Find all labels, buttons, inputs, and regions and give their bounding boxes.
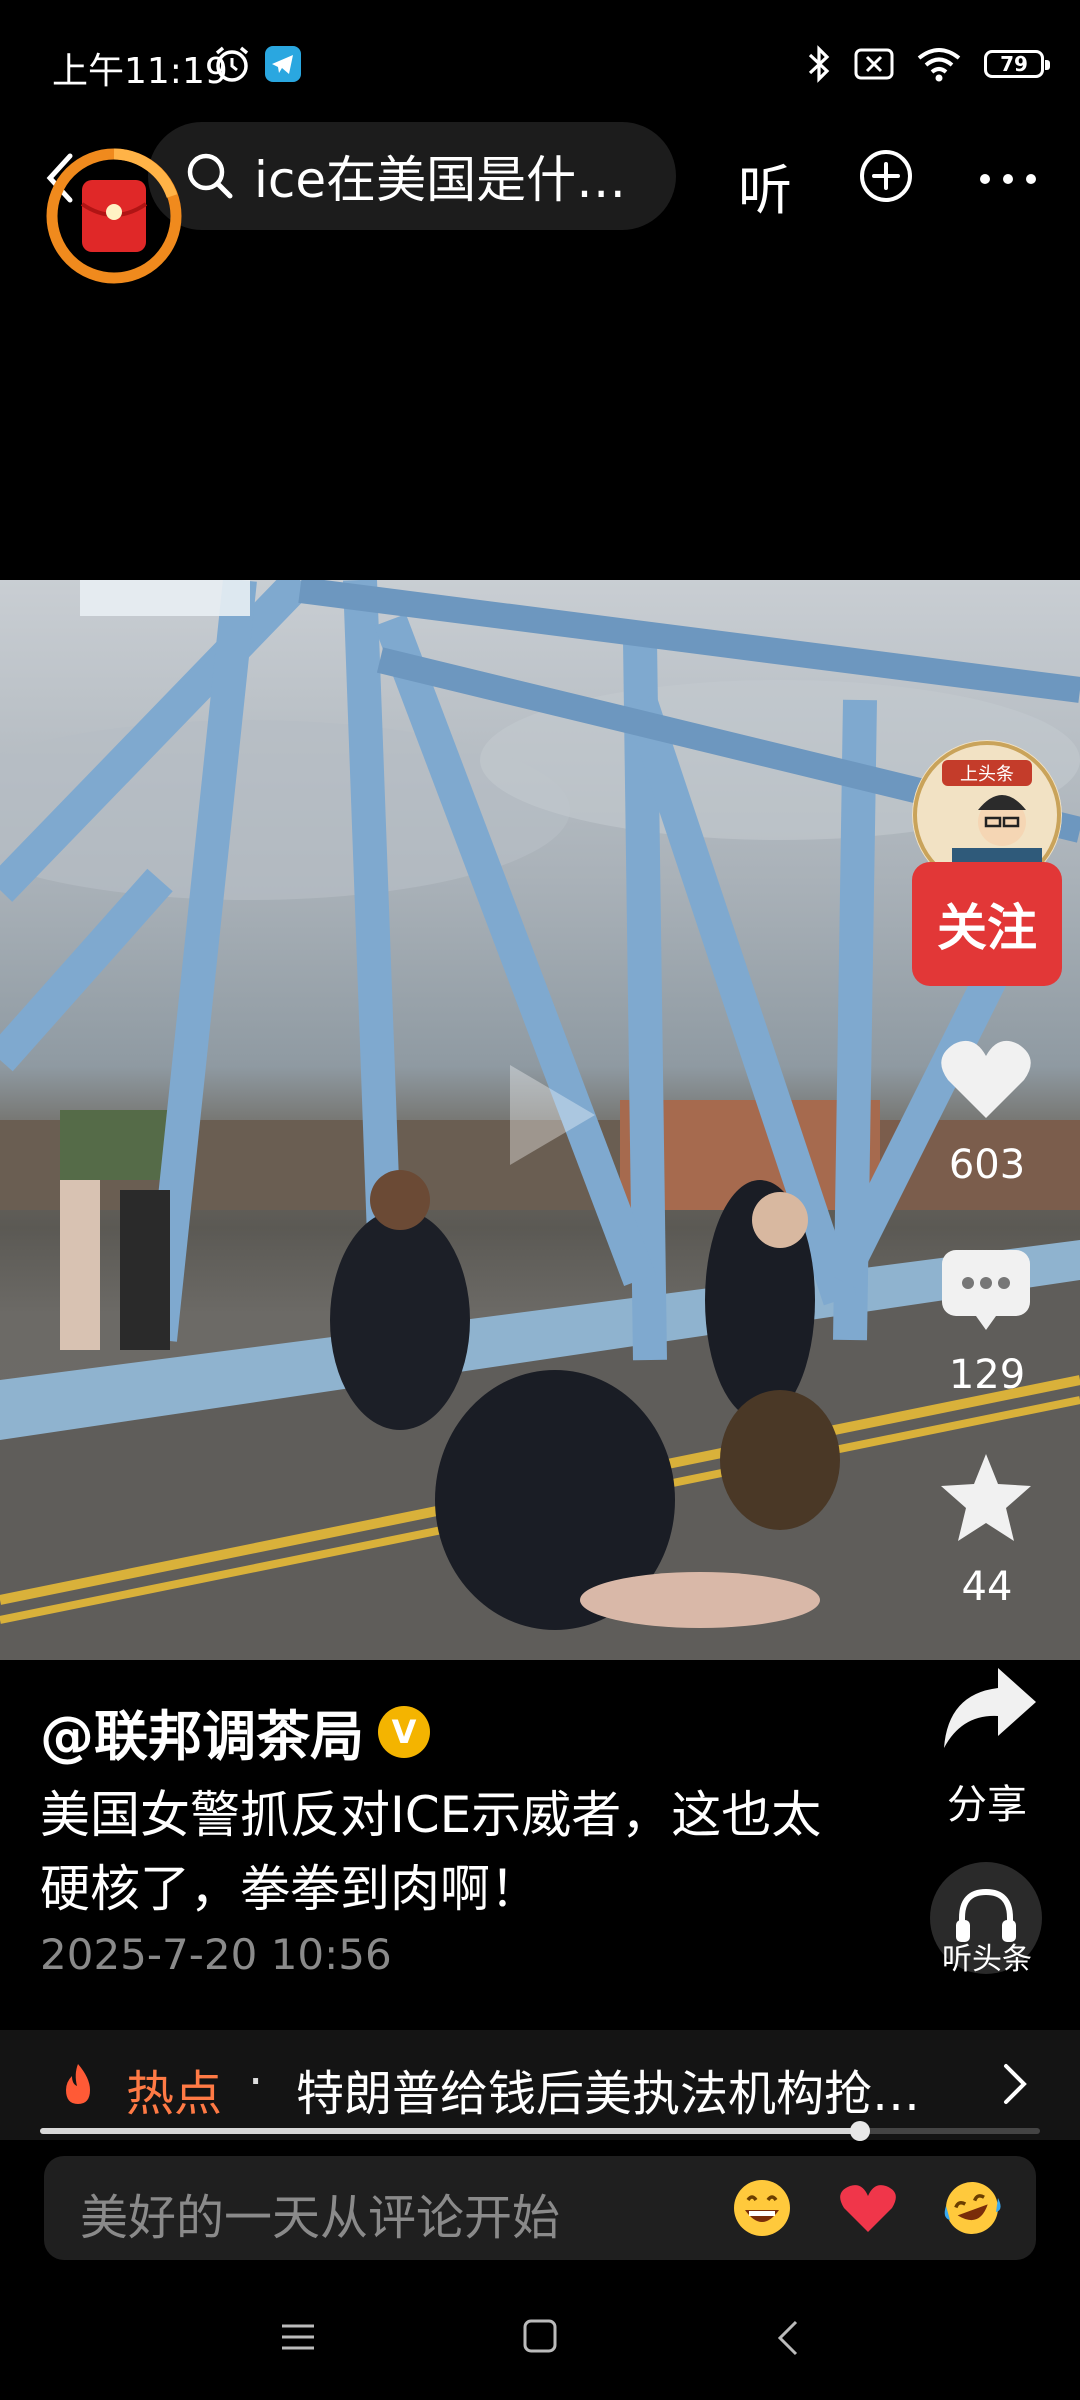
- post-caption[interactable]: 美国女警抓反对ICE示威者，这也太硬核了，拳拳到肉啊！: [40, 1778, 860, 1926]
- telegram-icon: [265, 46, 301, 82]
- author-name[interactable]: @联邦调茶局 V: [40, 1692, 430, 1771]
- share-icon[interactable]: [940, 1664, 1040, 1754]
- listen-toutiao-label: 听头条: [942, 1942, 1032, 1977]
- post-timestamp: 2025-7-20 10:56: [40, 1930, 392, 1979]
- search-icon: [187, 153, 233, 199]
- system-home-icon[interactable]: [522, 2318, 558, 2354]
- status-time: 上午11:19: [52, 51, 228, 92]
- comment-placeholder: 美好的一天从评论开始: [80, 2190, 561, 2246]
- bluetooth-icon: [808, 45, 830, 83]
- status-icons: 79: [806, 44, 1050, 84]
- search-query: ice在美国是什…: [254, 151, 627, 209]
- chevron-right-icon[interactable]: [1000, 2062, 1030, 2106]
- comment-icon[interactable]: [936, 1240, 1036, 1340]
- comment-count: 129: [948, 1352, 1026, 1398]
- favorite-count: 44: [961, 1564, 1013, 1610]
- more-icon[interactable]: [978, 172, 1038, 186]
- laugh-cry-emoji-icon[interactable]: [942, 2178, 1002, 2238]
- favorite-icon[interactable]: [936, 1448, 1036, 1548]
- author-handle: @联邦调茶局: [40, 1705, 364, 1768]
- follow-button[interactable]: 关注: [912, 862, 1062, 986]
- hot-label: 热点: [126, 2066, 223, 2122]
- alarm-icon: [215, 46, 249, 82]
- hot-separator: ·: [248, 2054, 264, 2110]
- like-count: 603: [948, 1142, 1026, 1188]
- system-menu-icon[interactable]: [280, 2322, 316, 2352]
- wifi-icon: [917, 48, 961, 82]
- avatar-text: 上头条: [960, 764, 1014, 785]
- no-sim-icon: [854, 48, 894, 80]
- progress-fill: [40, 2128, 860, 2134]
- system-back-icon[interactable]: [776, 2318, 800, 2358]
- verified-badge-icon: V: [378, 1705, 430, 1758]
- battery-level: 79: [1000, 52, 1028, 76]
- battery-icon: 79: [984, 50, 1050, 78]
- red-packet-icon[interactable]: [44, 146, 184, 286]
- heart-emoji-icon[interactable]: [838, 2178, 898, 2238]
- play-icon[interactable]: [500, 1060, 600, 1170]
- listen-button[interactable]: 听: [738, 146, 792, 225]
- fire-icon: [66, 2064, 90, 2104]
- progress-handle[interactable]: [850, 2121, 870, 2141]
- share-label[interactable]: 分享: [912, 1772, 1062, 1830]
- like-icon[interactable]: [936, 1030, 1036, 1130]
- grin-emoji-icon[interactable]: [732, 2178, 792, 2238]
- add-icon[interactable]: [858, 148, 914, 204]
- hot-headline[interactable]: 特朗普给钱后美执法机构抢…: [296, 2054, 920, 2124]
- search-bar[interactable]: ice在美国是什…: [148, 122, 676, 230]
